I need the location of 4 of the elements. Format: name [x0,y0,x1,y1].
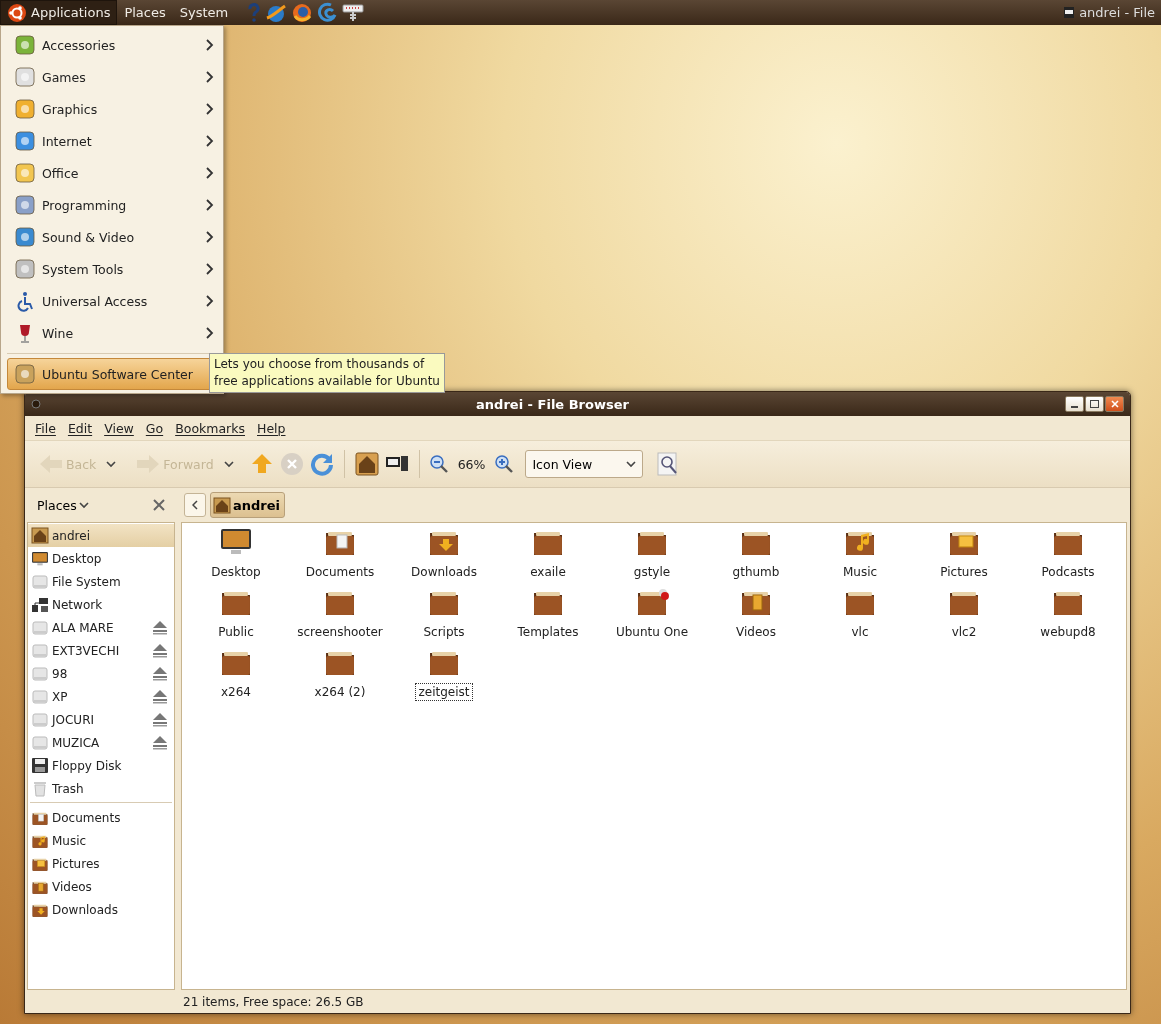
window-title: andrei - File Browser [475,396,630,412]
zoom-level: 66% [456,456,487,472]
status-text: 21 items, Free space: 26.5 GB [183,994,364,1009]
tooltip: Lets you choose from thousands of free applications available for Ubuntu [209,353,445,393]
